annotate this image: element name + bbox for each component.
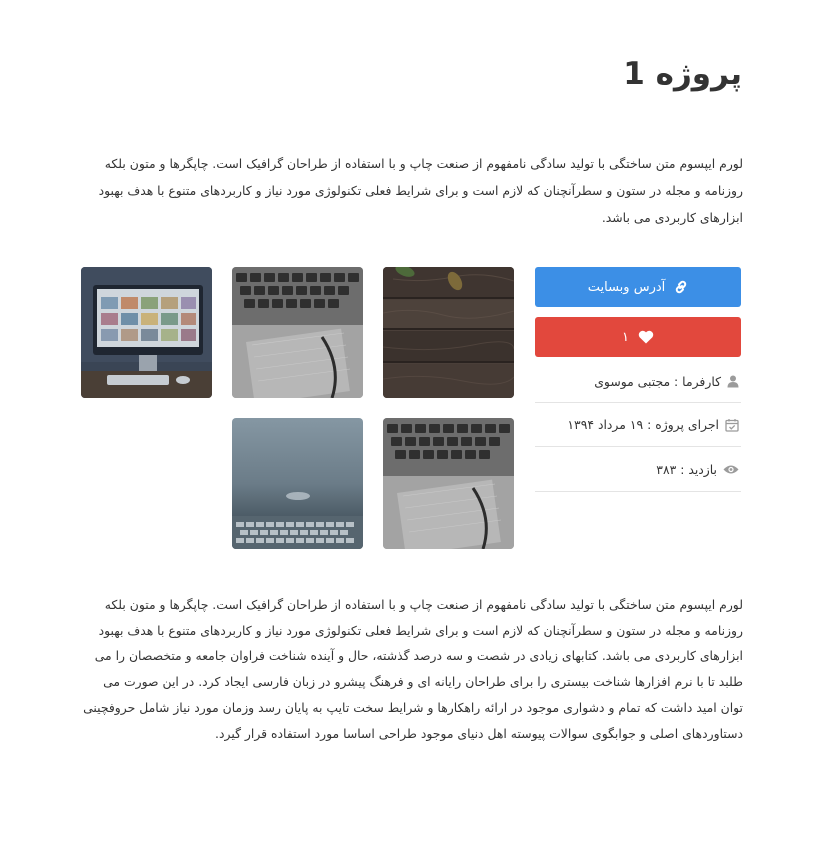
link-icon	[674, 280, 688, 294]
intro-paragraph: لورم ایپسوم متن ساختگی با تولید سادگی نا…	[98, 156, 743, 225]
client-row: کارفرما : مجتبی موسوی	[535, 360, 741, 402]
page-title: پروژه 1	[623, 56, 742, 92]
body-paragraph: لورم ایپسوم متن ساختگی با تولید سادگی نا…	[83, 597, 743, 741]
website-button-label: آدرس وبسایت	[587, 279, 666, 295]
project-date-row: اجرای پروژه : ۱۹ مرداد ۱۳۹۴	[535, 402, 741, 447]
views-row: بازدید : ۳۸۳	[535, 447, 741, 492]
like-count: ۱	[622, 329, 629, 345]
gallery-image-laptop-1[interactable]	[232, 267, 363, 398]
views-text: بازدید : ۳۸۳	[656, 461, 717, 477]
like-button[interactable]: ۱	[535, 317, 741, 357]
user-icon	[727, 375, 739, 388]
eye-icon	[723, 464, 739, 475]
calendar-icon	[725, 418, 739, 432]
gallery-image-keyboard-blur[interactable]	[232, 418, 363, 549]
gallery-image-laptop-2[interactable]	[383, 418, 514, 549]
website-button[interactable]: آدرس وبسایت	[535, 267, 741, 307]
project-date-text: اجرای پروژه : ۱۹ مرداد ۱۳۹۴	[567, 417, 719, 432]
client-text: کارفرما : مجتبی موسوی	[594, 373, 721, 389]
heart-icon	[638, 330, 654, 344]
gallery-image-desktop[interactable]	[81, 267, 212, 398]
gallery-image-wood[interactable]	[383, 267, 514, 398]
project-sidebar: آدرس وبسایت ۱ کارفرما : مجتبی موسوی اجرا…	[535, 267, 741, 492]
